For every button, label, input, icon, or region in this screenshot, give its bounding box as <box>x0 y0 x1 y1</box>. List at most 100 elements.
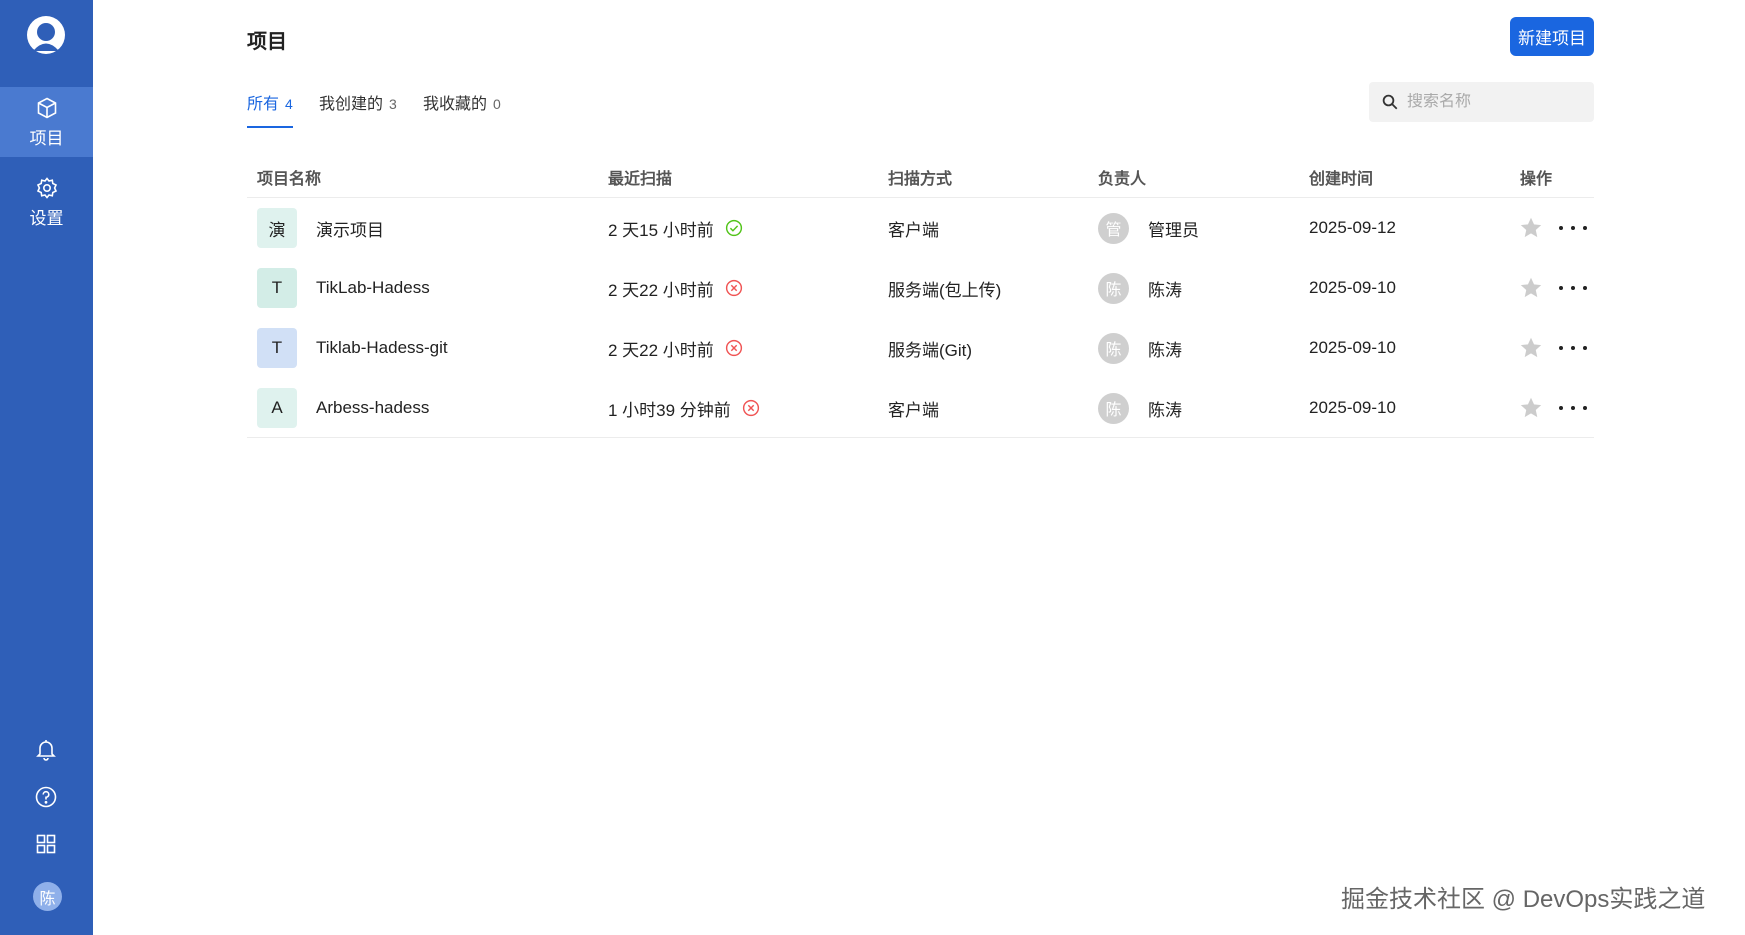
last-scan-text: 2 天15 小时前 <box>608 220 714 240</box>
project-avatar: T <box>257 328 297 368</box>
project-name-link[interactable]: 演示项目 <box>316 216 384 241</box>
project-name-cell: T Tiklab-Hadess-git <box>257 318 448 378</box>
project-avatar: A <box>257 388 297 428</box>
tab-count: 0 <box>493 96 501 112</box>
actions-cell <box>1518 198 1587 258</box>
column-header-actions: 操作 <box>1520 171 1553 188</box>
created-date: 2025-09-10 <box>1309 338 1396 357</box>
search-icon <box>1382 94 1398 110</box>
gear-icon <box>36 176 57 199</box>
more-options-icon[interactable] <box>1559 395 1587 421</box>
projects-table: 项目名称 最近扫描 扫描方式 负责人 创建时间 操作 演 演示项目 2 天15 … <box>247 155 1594 438</box>
search-input[interactable] <box>1407 93 1587 111</box>
table-body: 演 演示项目 2 天15 小时前 客户端 管 管理员 2025-09-12 T … <box>247 198 1594 438</box>
created-cell: 2025-09-12 <box>1309 198 1396 258</box>
column-header-scan-mode: 扫描方式 <box>888 171 953 188</box>
owner-name: 管理员 <box>1148 220 1199 240</box>
created-date: 2025-09-10 <box>1309 278 1396 297</box>
created-cell: 2025-09-10 <box>1309 378 1396 438</box>
tab-created-by-me[interactable]: 我创建的 3 <box>319 90 397 128</box>
scan-mode-text: 服务端(包上传) <box>888 280 1002 300</box>
actions-cell <box>1518 258 1587 318</box>
apps-grid-icon[interactable] <box>34 832 58 856</box>
project-avatar: 演 <box>257 208 297 248</box>
star-favorite-icon[interactable] <box>1518 335 1544 361</box>
tab-label: 我创建的 <box>319 96 384 113</box>
sidebar: 项目 设置 陈 <box>0 0 93 935</box>
scan-mode-text: 客户端 <box>888 400 939 420</box>
project-name-cell: T TikLab-Hadess <box>257 258 430 318</box>
project-name-cell: A Arbess-hadess <box>257 378 429 438</box>
sidebar-item-settings[interactable]: 设置 <box>0 167 93 237</box>
table-header: 项目名称 最近扫描 扫描方式 负责人 创建时间 操作 <box>247 155 1594 198</box>
new-project-button[interactable]: 新建项目 <box>1510 17 1594 56</box>
project-name-link[interactable]: Tiklab-Hadess-git <box>316 338 448 358</box>
actions-cell <box>1518 318 1587 378</box>
tab-label: 所有 <box>247 96 280 113</box>
scan-mode-cell: 客户端 <box>888 198 939 258</box>
project-name-link[interactable]: TikLab-Hadess <box>316 278 430 298</box>
owner-name: 陈涛 <box>1148 280 1182 300</box>
last-scan-cell: 2 天15 小时前 <box>608 198 743 258</box>
error-x-icon <box>725 279 742 297</box>
project-name-cell: 演 演示项目 <box>257 198 384 258</box>
more-options-icon[interactable] <box>1559 215 1587 241</box>
last-scan-text: 1 小时39 分钟前 <box>608 400 731 420</box>
owner-cell: 陈 陈涛 <box>1098 258 1182 318</box>
table-row[interactable]: A Arbess-hadess 1 小时39 分钟前 客户端 陈 陈涛 2025… <box>247 378 1594 438</box>
owner-avatar: 陈 <box>1098 332 1129 364</box>
tab-all[interactable]: 所有 4 <box>247 90 293 128</box>
success-check-icon <box>725 219 742 237</box>
cube-icon <box>37 97 56 118</box>
owner-avatar: 管 <box>1098 212 1129 244</box>
user-avatar[interactable]: 陈 <box>33 882 62 911</box>
bell-icon[interactable] <box>34 737 58 761</box>
owner-name: 陈涛 <box>1148 400 1182 420</box>
project-name-link[interactable]: Arbess-hadess <box>316 398 429 418</box>
column-header-owner: 负责人 <box>1098 171 1147 188</box>
scan-mode-cell: 客户端 <box>888 378 939 438</box>
created-date: 2025-09-12 <box>1309 218 1396 237</box>
sidebar-item-label: 设置 <box>29 208 64 228</box>
watermark: 掘金技术社区 @ DevOps实践之道 <box>1341 886 1706 913</box>
owner-avatar: 陈 <box>1098 272 1129 304</box>
help-icon[interactable] <box>34 785 58 809</box>
scan-mode-cell: 服务端(包上传) <box>888 258 1001 318</box>
last-scan-text: 2 天22 小时前 <box>608 280 714 300</box>
last-scan-cell: 2 天22 小时前 <box>608 258 743 318</box>
sidebar-item-label: 项目 <box>29 128 64 148</box>
owner-cell: 陈 陈涛 <box>1098 318 1182 378</box>
error-x-icon <box>742 399 759 417</box>
created-cell: 2025-09-10 <box>1309 318 1396 378</box>
last-scan-cell: 1 小时39 分钟前 <box>608 378 760 438</box>
search-box[interactable] <box>1369 82 1594 122</box>
scan-mode-cell: 服务端(Git) <box>888 318 972 378</box>
column-header-created: 创建时间 <box>1309 171 1374 188</box>
star-favorite-icon[interactable] <box>1518 215 1544 241</box>
owner-name: 陈涛 <box>1148 340 1182 360</box>
owner-cell: 管 管理员 <box>1098 198 1199 258</box>
tab-favorites[interactable]: 我收藏的 0 <box>423 90 501 128</box>
more-options-icon[interactable] <box>1559 335 1587 361</box>
tab-count: 3 <box>389 96 397 112</box>
table-row[interactable]: 演 演示项目 2 天15 小时前 客户端 管 管理员 2025-09-12 <box>247 198 1594 258</box>
column-header-name: 项目名称 <box>257 171 322 188</box>
page-title: 项目 <box>247 31 287 53</box>
created-cell: 2025-09-10 <box>1309 258 1396 318</box>
error-x-icon <box>725 339 742 357</box>
sidebar-item-projects[interactable]: 项目 <box>0 87 93 157</box>
tab-label: 我收藏的 <box>423 96 488 113</box>
table-row[interactable]: T TikLab-Hadess 2 天22 小时前 服务端(包上传) 陈 陈涛 … <box>247 258 1594 318</box>
actions-cell <box>1518 378 1587 438</box>
tab-count: 4 <box>285 96 293 112</box>
scan-mode-text: 客户端 <box>888 220 939 240</box>
column-header-last-scan: 最近扫描 <box>608 171 673 188</box>
star-favorite-icon[interactable] <box>1518 395 1544 421</box>
more-options-icon[interactable] <box>1559 275 1587 301</box>
star-favorite-icon[interactable] <box>1518 275 1544 301</box>
last-scan-cell: 2 天22 小时前 <box>608 318 743 378</box>
scan-mode-text: 服务端(Git) <box>888 340 973 360</box>
project-avatar: T <box>257 268 297 308</box>
table-row[interactable]: T Tiklab-Hadess-git 2 天22 小时前 服务端(Git) 陈… <box>247 318 1594 378</box>
logo-icon[interactable] <box>25 14 67 56</box>
